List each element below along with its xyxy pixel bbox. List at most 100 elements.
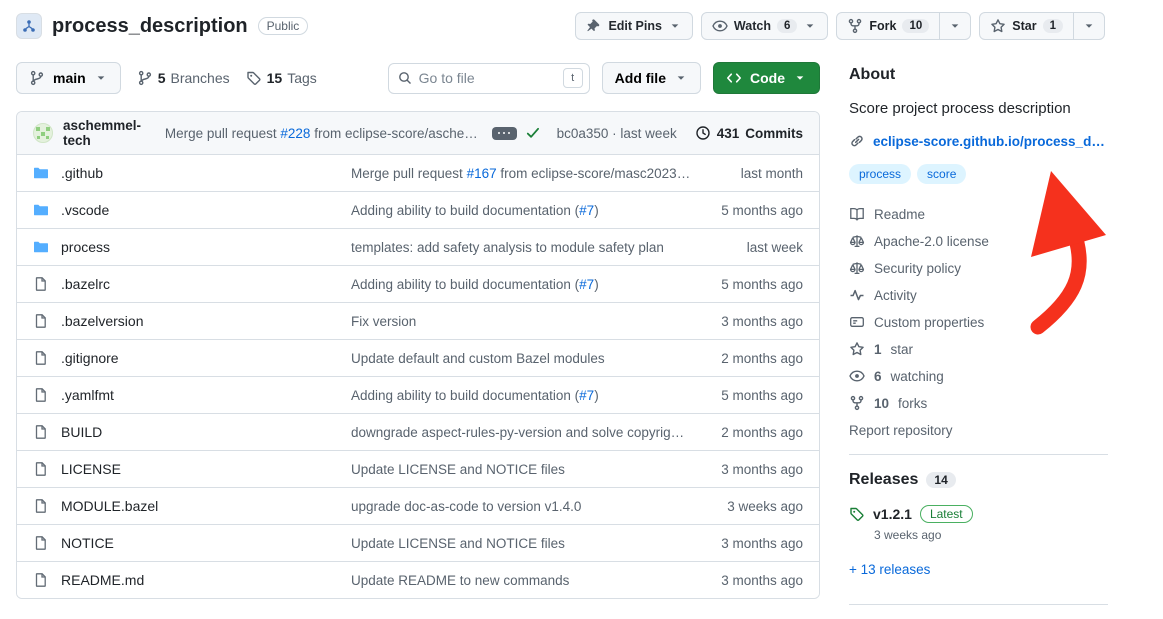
latest-badge[interactable]: Latest [920, 505, 973, 523]
commit-date-link[interactable]: 2 months ago [691, 351, 803, 366]
row-commit-message-link[interactable]: Adding ability to build documentation (#… [351, 388, 691, 403]
commit-history-link[interactable]: 431 Commits [695, 125, 803, 141]
file-name-link[interactable]: .gitignore [61, 350, 119, 366]
file-icon [33, 535, 49, 551]
commit-date-link[interactable]: 3 months ago [691, 573, 803, 588]
topic-tag[interactable]: score [917, 164, 966, 184]
row-commit-message-link[interactable]: Adding ability to build documentation (#… [351, 277, 691, 292]
readme-link[interactable]: Readme [849, 206, 1108, 222]
check-icon[interactable] [525, 125, 541, 141]
fork-button[interactable]: Fork 10 [837, 13, 939, 39]
edit-pins-button[interactable]: Edit Pins [575, 12, 692, 40]
row-commit-message-link[interactable]: Merge pull request #167 from eclipse-sco… [351, 166, 691, 181]
row-commit-message-link[interactable]: Update LICENSE and NOTICE files [351, 536, 691, 551]
watch-button[interactable]: Watch 6 [701, 12, 828, 40]
tags-link[interactable]: 15 Tags [246, 70, 317, 86]
commit-author-link[interactable]: aschemmel-tech [63, 118, 157, 148]
stars-link[interactable]: 1 star [849, 341, 1108, 357]
pr-number-link[interactable]: #167 [467, 166, 497, 181]
star-button[interactable]: Star 1 [980, 13, 1073, 39]
repo-title[interactable]: process_description [52, 15, 248, 38]
file-name-link[interactable]: MODULE.bazel [61, 498, 158, 514]
report-repository-link[interactable]: Report repository [849, 423, 1108, 438]
commit-date-link[interactable]: 3 weeks ago [691, 499, 803, 514]
row-commit-message-link[interactable]: Update LICENSE and NOTICE files [351, 462, 691, 477]
file-name-link[interactable]: README.md [61, 572, 144, 588]
topic-tag[interactable]: process [849, 164, 911, 184]
file-name-link[interactable]: process [61, 239, 110, 255]
file-name-link[interactable]: NOTICE [61, 535, 114, 551]
star-label: Star [1012, 19, 1036, 33]
release-version[interactable]: v1.2.1 [873, 506, 912, 522]
fork-icon [847, 18, 863, 34]
folder-icon [33, 165, 49, 181]
fork-icon [849, 395, 865, 411]
file-name-link[interactable]: .github [61, 165, 103, 181]
row-commit-message-link[interactable]: Adding ability to build documentation (#… [351, 203, 691, 218]
forks-link[interactable]: 10 forks [849, 395, 1108, 411]
row-commit-message-link[interactable]: Update default and custom Bazel modules [351, 351, 691, 366]
history-icon [695, 125, 711, 141]
law-icon [849, 233, 865, 249]
book-icon [849, 206, 865, 222]
code-button[interactable]: Code [713, 62, 820, 94]
commit-message-expander-button[interactable] [492, 127, 517, 140]
license-label: Apache-2.0 license [874, 234, 989, 249]
commit-date-link[interactable]: 5 months ago [691, 277, 803, 292]
commit-date-link[interactable]: 5 months ago [691, 388, 803, 403]
repo-description: Score project process description [849, 98, 1108, 119]
goto-file-search: t [388, 63, 590, 94]
pr-number-link[interactable]: #7 [579, 203, 594, 218]
commit-date-link[interactable]: 3 months ago [691, 536, 803, 551]
fork-caret-button[interactable] [939, 13, 970, 39]
latest-commit-bar: aschemmel-tech Merge pull request #228 f… [17, 112, 819, 154]
row-message-text: templates: add safety analysis to module… [351, 240, 664, 255]
branch-selector[interactable]: main [16, 62, 121, 94]
org-logo-icon [21, 18, 37, 34]
releases-heading[interactable]: Releases [849, 471, 918, 489]
commit-date-link[interactable]: 2 months ago [691, 425, 803, 440]
separator-dot: · [612, 126, 617, 141]
star-caret-button[interactable] [1073, 13, 1104, 39]
sidebar: About Score project process description … [849, 62, 1108, 619]
file-name-link[interactable]: .bazelrc [61, 276, 110, 292]
latest-release-link[interactable]: v1.2.1 Latest [849, 505, 1108, 523]
tags-count: 15 [267, 70, 283, 86]
row-message-text: Merge pull request [351, 166, 467, 181]
custom-properties-link[interactable]: Custom properties [849, 314, 1108, 330]
branches-link[interactable]: 5 Branches [137, 70, 230, 86]
website-link[interactable]: eclipse-score.github.io/process_descr… [873, 134, 1108, 149]
commit-date-link[interactable]: 3 months ago [691, 314, 803, 329]
watchers-link[interactable]: 6 watching [849, 368, 1108, 384]
file-name-link[interactable]: BUILD [61, 424, 102, 440]
file-name-link[interactable]: .yamlfmt [61, 387, 114, 403]
pr-number-link[interactable]: #228 [280, 126, 310, 141]
star-count-badge: 1 [1043, 19, 1063, 33]
commit-message-link[interactable]: Merge pull request #228 from eclipse-sco… [165, 126, 484, 141]
commit-author-avatar[interactable] [33, 123, 53, 143]
file-name-link[interactable]: .vscode [61, 202, 109, 218]
row-commit-message-link[interactable]: downgrade aspect-rules-py-version and so… [351, 425, 691, 440]
more-releases-link[interactable]: + 13 releases [849, 562, 1108, 577]
activity-link[interactable]: Activity [849, 287, 1108, 303]
row-commit-message-link[interactable]: upgrade doc-as-code to version v1.4.0 [351, 499, 691, 514]
pr-number-link[interactable]: #7 [579, 277, 594, 292]
watch-label: Watch [734, 19, 771, 33]
file-name-link[interactable]: LICENSE [61, 461, 121, 477]
pr-number-link[interactable]: #7 [579, 388, 594, 403]
file-icon [33, 572, 49, 588]
file-name-link[interactable]: .bazelversion [61, 313, 144, 329]
org-avatar[interactable] [16, 13, 42, 39]
row-commit-message-link[interactable]: Fix version [351, 314, 691, 329]
commit-date-link[interactable]: last month [691, 166, 803, 181]
commit-sha-link[interactable]: bc0a350 · last week [557, 126, 677, 141]
goto-file-input[interactable] [388, 63, 590, 94]
commit-date-link[interactable]: 5 months ago [691, 203, 803, 218]
security-policy-link[interactable]: Security policy [849, 260, 1108, 276]
add-file-button[interactable]: Add file [602, 62, 701, 94]
row-commit-message-link[interactable]: Update README to new commands [351, 573, 691, 588]
row-commit-message-link[interactable]: templates: add safety analysis to module… [351, 240, 691, 255]
commit-date-link[interactable]: 3 months ago [691, 462, 803, 477]
license-link[interactable]: Apache-2.0 license [849, 233, 1108, 249]
commit-date-link[interactable]: last week [691, 240, 803, 255]
